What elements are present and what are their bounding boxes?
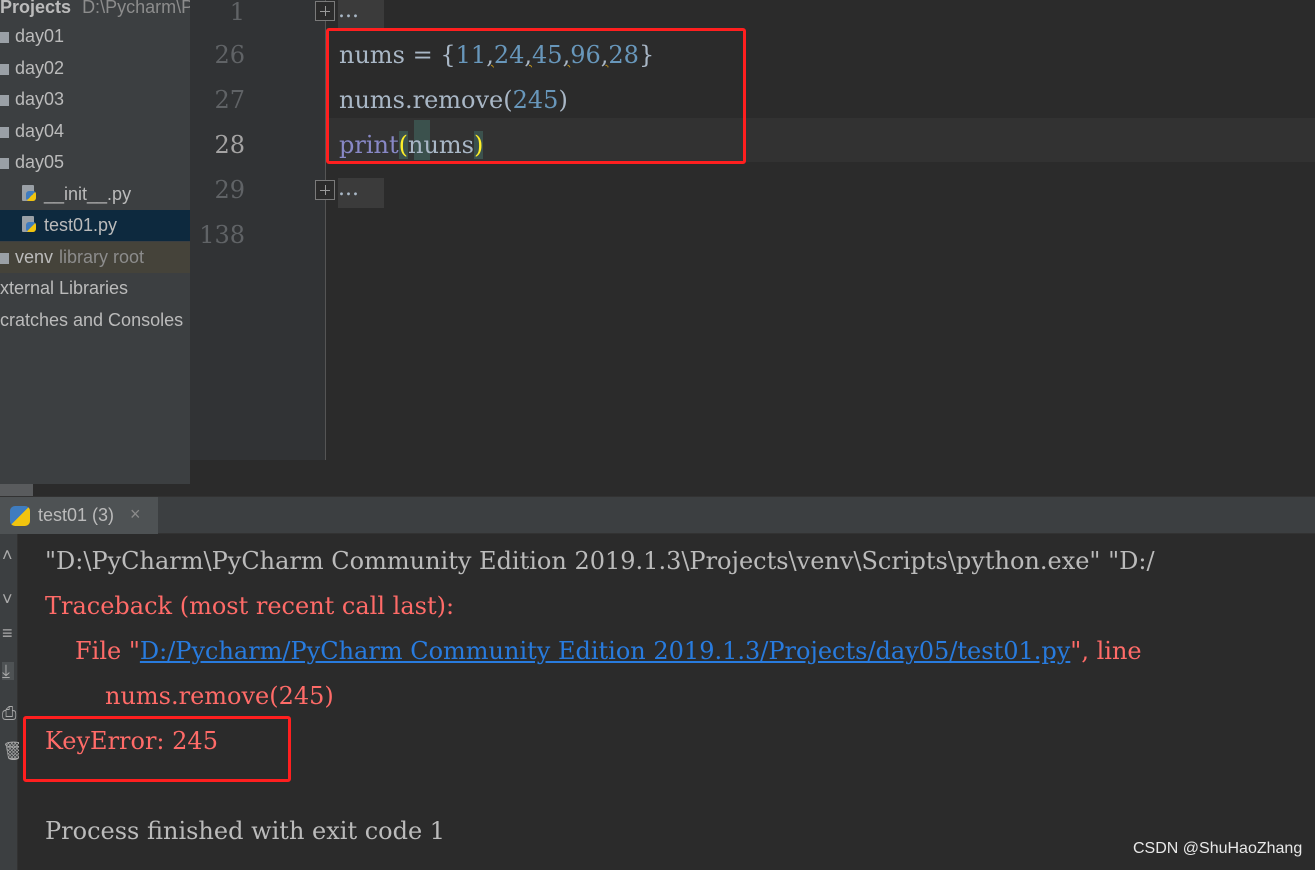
line-number-current: 28 (214, 131, 245, 159)
folder-icon (0, 253, 9, 264)
tree-item-label: cratches and Consoles (0, 310, 184, 330)
python-icon (10, 506, 30, 526)
console-traceback-file: File "D:/Pycharm/PyCharm Community Editi… (75, 636, 1142, 666)
tree-item-init-py[interactable]: __init__.py (0, 179, 190, 210)
console-traceback-source: nums.remove(245) (105, 682, 334, 710)
tree-item-day03[interactable]: day03 (0, 84, 190, 115)
folder-icon (0, 158, 9, 169)
python-file-icon (20, 216, 38, 234)
console-text: ", line (1070, 637, 1142, 665)
chevron-up-icon[interactable]: ˄ (2, 546, 14, 564)
tree-item-label: day02 (15, 58, 65, 78)
tree-item-label: day04 (15, 121, 65, 141)
folder-icon (0, 127, 9, 138)
python-file-icon (20, 185, 38, 203)
tree-item-label: day05 (15, 152, 65, 172)
fold-expand-icon[interactable] (315, 1, 335, 21)
folded-code-placeholder[interactable]: ... (338, 178, 384, 208)
error-highlight-box (23, 716, 291, 782)
run-tab-test01[interactable]: test01 (3) × (0, 497, 158, 534)
tree-item-venv[interactable]: venv library root (0, 242, 190, 273)
tree-item-label: test01.py (44, 215, 118, 235)
run-tab-label: test01 (3) (38, 505, 115, 525)
folder-icon (0, 64, 9, 75)
sidebar-scrollbar[interactable] (0, 484, 33, 496)
project-root-path: D:\Pycharm\P (82, 0, 190, 17)
run-toolbar: ˄ ˅ ≡ ⤓ ⎙ 🗑 (0, 534, 25, 870)
tree-item-label: xternal Libraries (0, 278, 129, 298)
close-tab-icon[interactable]: × (130, 504, 141, 525)
console-traceback-header: Traceback (most recent call last): (45, 592, 455, 620)
tree-item-external-libraries[interactable]: xternal Libraries (0, 273, 190, 304)
folded-code-placeholder[interactable]: ... (338, 0, 384, 30)
console-command-line: "D:\PyCharm\PyCharm Community Edition 20… (45, 547, 1155, 575)
line-number: 26 (214, 41, 245, 69)
console-file-link[interactable]: D:/Pycharm/PyCharm Community Edition 201… (140, 637, 1070, 665)
tree-item-label: day01 (15, 26, 65, 46)
tree-item-scratches[interactable]: cratches and Consoles (0, 305, 190, 336)
console-exit-status: Process finished with exit code 1 (45, 817, 446, 845)
line-number: 27 (214, 86, 245, 114)
tree-item-label: __init__.py (44, 184, 132, 204)
tree-item-test01-py[interactable]: test01.py (0, 210, 190, 241)
trash-icon[interactable]: 🗑 (2, 742, 25, 760)
library-root-hint: library root (59, 247, 145, 267)
project-root-row[interactable]: Projects D:\Pycharm\P (0, 0, 190, 23)
chevron-down-icon[interactable]: ˅ (2, 590, 14, 608)
code-highlight-box (326, 28, 746, 164)
soft-wrap-icon[interactable]: ≡ (2, 624, 14, 642)
watermark: CSDN @ShuHaoZhang (1133, 840, 1303, 857)
project-sidebar: Projects D:\Pycharm\P day01 day02 day03 … (0, 0, 190, 484)
print-icon[interactable]: ⎙ (2, 704, 16, 722)
tree-item-label: venv (15, 247, 54, 267)
scroll-end-icon[interactable]: ⤓ (2, 662, 14, 680)
line-number: 138 (199, 221, 245, 249)
line-number: 1 (229, 0, 245, 26)
line-number: 29 (214, 176, 245, 204)
folder-icon (0, 95, 9, 106)
fold-expand-icon[interactable] (315, 180, 335, 200)
folder-icon (0, 32, 9, 43)
tree-item-day01[interactable]: day01 (0, 21, 190, 52)
tree-item-day04[interactable]: day04 (0, 116, 190, 147)
editor-bottom-strip (190, 460, 1315, 496)
run-tool-window-header: test01 (3) × (0, 496, 1315, 534)
tree-item-label: day03 (15, 89, 65, 109)
console-text: File " (75, 637, 140, 665)
tree-item-day05[interactable]: day05 (0, 147, 190, 178)
project-root-label: Projects (0, 0, 72, 17)
tree-item-day02[interactable]: day02 (0, 53, 190, 84)
